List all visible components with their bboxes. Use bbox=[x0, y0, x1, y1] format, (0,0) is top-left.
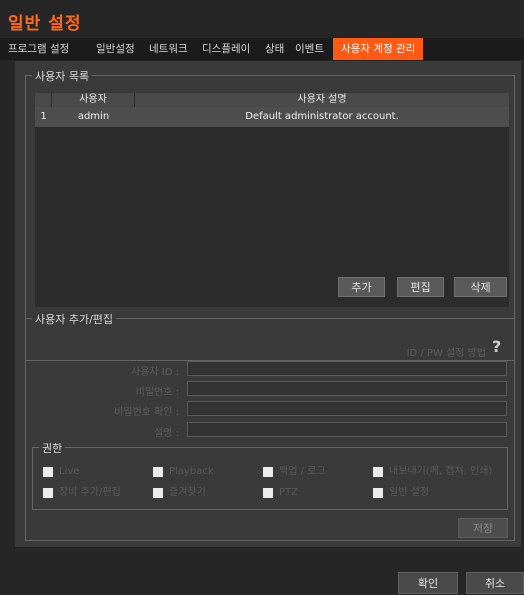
user-table: 사용자 사용자 설명 1 admin Default administrator… bbox=[35, 93, 509, 307]
permission-device-edit-checkbox[interactable]: 장비 추가/편집 bbox=[43, 487, 121, 499]
checkbox-icon[interactable] bbox=[263, 467, 273, 477]
checkbox-icon[interactable] bbox=[263, 488, 273, 498]
tab-event[interactable]: 이벤트 bbox=[295, 38, 324, 60]
row-user: admin bbox=[77, 111, 110, 122]
user-id-field[interactable] bbox=[187, 361, 507, 376]
row-index: 1 bbox=[40, 111, 47, 122]
checkbox-icon[interactable] bbox=[373, 467, 383, 477]
description-label: 설명 : bbox=[154, 428, 179, 439]
column-description-header[interactable]: 사용자 설명 bbox=[135, 93, 509, 107]
permission-ptz-checkbox[interactable]: PTZ bbox=[263, 487, 298, 499]
user-edit-group: 사용자 추가/편집 ID / PW 설정 방법 ? 사용자 ID : 비밀번호 … bbox=[25, 311, 515, 541]
user-list-legend: 사용자 목록 bbox=[32, 68, 93, 84]
checkbox-icon[interactable] bbox=[153, 467, 163, 477]
save-button[interactable]: 저장 bbox=[458, 518, 508, 538]
user-table-header: 사용자 사용자 설명 bbox=[35, 93, 509, 107]
table-row[interactable]: 1 admin Default administrator account. bbox=[35, 107, 509, 127]
permission-favorites-checkbox[interactable]: 즐겨찾기 bbox=[153, 487, 206, 499]
user-id-label: 사용자 ID : bbox=[131, 367, 179, 378]
permission-general-settings-checkbox[interactable]: 일반 설정 bbox=[373, 487, 429, 499]
settings-window: 일반 설정 프로그램 설정 일반설정 네트워크 디스플레이 상태 이벤트 사용자… bbox=[0, 0, 524, 595]
permissions-group: 권한 Live Playback 백업 / 로그 내보내기(메, 캡쳐, 인쇄)… bbox=[32, 440, 508, 510]
tab-general-settings[interactable]: 일반설정 bbox=[96, 38, 135, 60]
tab-program-settings[interactable]: 프로그램 설정 bbox=[8, 38, 69, 60]
password-confirm-label: 비밀번호 확인 : bbox=[114, 407, 179, 418]
checkbox-icon[interactable] bbox=[43, 488, 53, 498]
tab-display[interactable]: 디스플레이 bbox=[202, 38, 250, 60]
tab-user-account-management[interactable]: 사용자 계정 관리 bbox=[333, 38, 424, 60]
password-field[interactable] bbox=[187, 381, 507, 396]
cancel-button[interactable]: 취소 bbox=[466, 572, 524, 594]
password-label: 비밀번호 : bbox=[135, 387, 179, 398]
checkbox-icon[interactable] bbox=[153, 488, 163, 498]
window-title: 일반 설정 bbox=[8, 14, 82, 34]
tab-content: 사용자 목록 사용자 사용자 설명 1 admin Default admini… bbox=[15, 61, 521, 547]
description-field[interactable] bbox=[187, 422, 507, 437]
id-pw-help-link[interactable]: ID / PW 설정 방법 bbox=[406, 344, 486, 359]
column-index-header bbox=[35, 93, 52, 107]
permission-live-checkbox[interactable]: Live bbox=[43, 466, 79, 478]
permission-playback-checkbox[interactable]: Playback bbox=[153, 466, 214, 478]
permissions-legend: 권한 bbox=[39, 440, 66, 456]
tab-status[interactable]: 상태 bbox=[265, 38, 284, 60]
help-icon[interactable]: ? bbox=[492, 337, 501, 356]
column-user-header[interactable]: 사용자 bbox=[52, 93, 135, 107]
delete-user-button[interactable]: 삭제 bbox=[454, 277, 507, 297]
row-description: Default administrator account. bbox=[245, 111, 399, 122]
edit-user-button[interactable]: 편집 bbox=[397, 277, 444, 297]
tab-bar: 프로그램 설정 일반설정 네트워크 디스플레이 상태 이벤트 사용자 계정 관리 bbox=[0, 38, 524, 60]
user-edit-legend: 사용자 추가/편집 bbox=[32, 311, 117, 327]
password-confirm-field[interactable] bbox=[187, 401, 507, 416]
ok-button[interactable]: 확인 bbox=[398, 572, 458, 594]
tab-network[interactable]: 네트워크 bbox=[149, 38, 188, 60]
checkbox-icon[interactable] bbox=[373, 488, 383, 498]
permission-export-checkbox[interactable]: 내보내기(메, 캡쳐, 인쇄) bbox=[373, 466, 492, 478]
checkbox-icon[interactable] bbox=[43, 467, 53, 477]
permission-backup-log-checkbox[interactable]: 백업 / 로그 bbox=[263, 466, 326, 478]
add-user-button[interactable]: 추가 bbox=[338, 277, 385, 297]
